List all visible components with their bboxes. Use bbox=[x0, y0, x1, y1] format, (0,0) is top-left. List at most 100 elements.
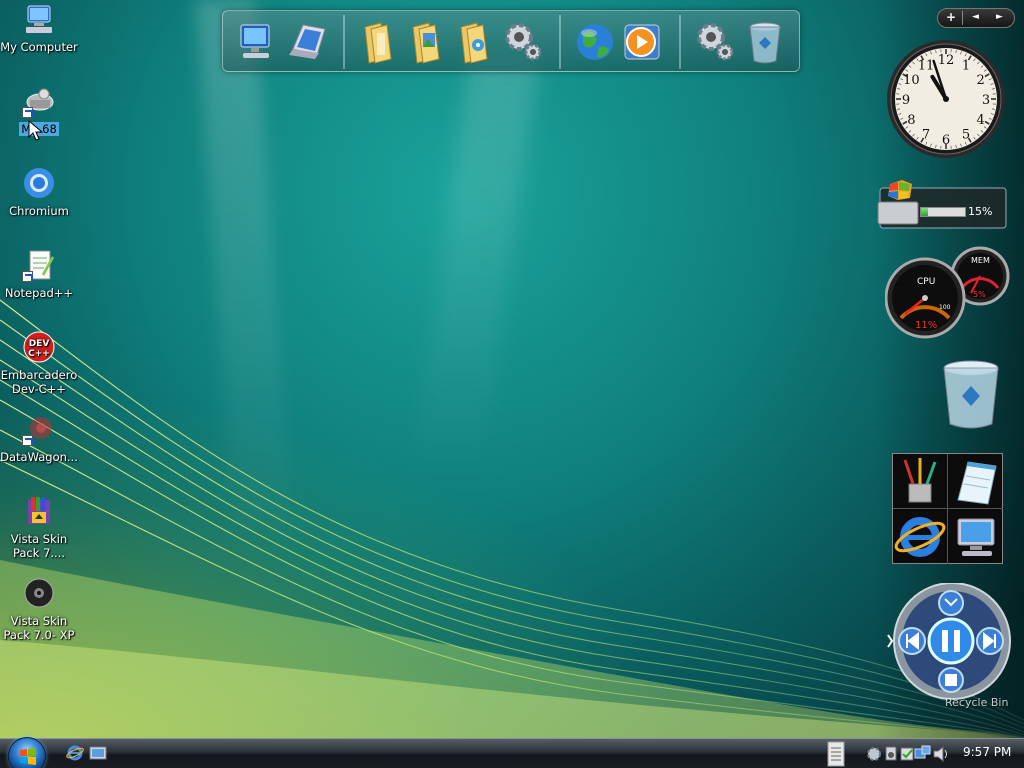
dock-item-system-settings[interactable] bbox=[693, 19, 737, 65]
dock-item-documents-folder[interactable] bbox=[357, 19, 401, 65]
cpu-value: 11% bbox=[915, 320, 938, 331]
my-computer-icon bbox=[22, 2, 56, 36]
clock-number: 9 bbox=[902, 93, 910, 108]
quicklaunch-internet-explorer[interactable] bbox=[66, 744, 84, 762]
clock-number: 7 bbox=[922, 128, 930, 143]
clock-number: 8 bbox=[907, 113, 915, 128]
progress-bar-fill bbox=[921, 208, 928, 216]
desktop-icon-label: Notepad++ bbox=[4, 286, 74, 300]
clock-number: 5 bbox=[962, 128, 970, 143]
shortcut-arrow-icon bbox=[22, 435, 33, 446]
internet-explorer-icon bbox=[66, 745, 84, 761]
desktop-icon-label: Embarcadero Dev-C++ bbox=[0, 368, 78, 396]
tray-network-icon[interactable] bbox=[914, 745, 931, 759]
media-player-icon bbox=[624, 24, 660, 60]
media-disc-icon bbox=[22, 576, 56, 610]
media-next-button[interactable] bbox=[976, 627, 1004, 655]
dock-separator bbox=[343, 15, 345, 69]
desktop-icon-my-computer[interactable]: My Computer bbox=[0, 2, 78, 54]
top-dock bbox=[222, 10, 800, 72]
desktop-icon-label: Vista Skin Pack 7.... bbox=[10, 532, 68, 560]
tray-security-icon[interactable] bbox=[900, 747, 914, 761]
network-drive-icon bbox=[22, 84, 56, 118]
wallpaper-beam bbox=[410, 60, 540, 480]
app-launcher-gadget bbox=[892, 453, 1003, 564]
recycle-bin-gadget[interactable] bbox=[940, 358, 1002, 430]
launcher-item-paint[interactable] bbox=[893, 454, 948, 509]
desktop-icon-label: My Computer bbox=[0, 40, 78, 54]
desktop-icon-label: Chromium bbox=[9, 204, 69, 218]
dock-separator bbox=[679, 15, 681, 69]
launcher-item-notepad[interactable] bbox=[948, 454, 1003, 509]
progress-gadget[interactable]: 15% bbox=[876, 180, 1008, 230]
desktop-icon-vista-skin-pack-installer[interactable]: Vista Skin Pack 7.... bbox=[0, 494, 78, 560]
svg-text:DEV: DEV bbox=[29, 339, 50, 349]
clock-number: 12 bbox=[938, 53, 955, 68]
desktop-icon-datawagon[interactable]: DataWagon... bbox=[0, 412, 78, 464]
media-previous-button[interactable] bbox=[898, 627, 926, 655]
media-stop-button[interactable] bbox=[938, 667, 964, 693]
start-button[interactable] bbox=[8, 737, 46, 768]
system-gear-icon bbox=[697, 23, 734, 61]
sidebar-next-button[interactable]: ► bbox=[996, 12, 1003, 22]
display-settings-icon bbox=[289, 24, 326, 59]
desktop-icon-label: DataWagon... bbox=[0, 450, 78, 464]
installer-icon bbox=[22, 494, 56, 528]
internet-explorer-icon bbox=[894, 517, 946, 557]
dock-item-media-player[interactable] bbox=[621, 19, 665, 65]
recycle-bin-icon bbox=[749, 22, 781, 64]
launcher-item-internet-explorer[interactable] bbox=[893, 509, 948, 564]
desktop-icon-notepad-plus-plus[interactable]: Notepad++ bbox=[0, 248, 78, 300]
clock-gadget[interactable]: 12 12 3 45678 9 1011 bbox=[885, 38, 1007, 160]
media-pause-button[interactable] bbox=[927, 617, 975, 665]
clock-number: 1 bbox=[962, 58, 970, 73]
wallpaper-waves bbox=[0, 299, 1024, 740]
paint-brushes-icon bbox=[903, 458, 937, 503]
show-desktop-icon bbox=[89, 746, 107, 760]
media-gadget-caption: Recycle Bin bbox=[945, 696, 1009, 709]
tray-keyboard-icon[interactable] bbox=[827, 741, 845, 767]
clock-number: 10 bbox=[903, 73, 920, 88]
desktop-icon-chromium[interactable]: Chromium bbox=[0, 166, 78, 218]
desktop-icon-vista-skin-pack-xp[interactable]: Vista Skin Pack 7.0- XP bbox=[0, 576, 78, 642]
clock-number: 2 bbox=[977, 73, 985, 88]
dock-item-pictures-folder[interactable] bbox=[405, 19, 449, 65]
dock-item-music-folder[interactable] bbox=[453, 19, 497, 65]
svg-text:C++: C++ bbox=[28, 349, 50, 359]
clock-number: 3 bbox=[982, 93, 990, 108]
computer-monitor-icon bbox=[957, 518, 995, 556]
sidebar-controls: + ◄ ► bbox=[937, 8, 1015, 28]
dev-cpp-icon: DEV C++ bbox=[22, 330, 56, 364]
dock-item-recycle-bin[interactable] bbox=[743, 19, 787, 65]
quicklaunch-show-desktop[interactable] bbox=[89, 744, 107, 762]
sidebar-add-gadget-button[interactable]: + bbox=[946, 10, 956, 24]
tray-volume-icon[interactable] bbox=[933, 745, 947, 763]
dock-item-settings[interactable] bbox=[501, 19, 545, 65]
progress-percent-text: 15% bbox=[968, 205, 993, 218]
wallpaper-beam bbox=[195, 0, 295, 560]
desktop-icon-dev-cpp[interactable]: DEV C++ Embarcadero Dev-C++ bbox=[0, 330, 78, 396]
clock-number: 4 bbox=[977, 113, 985, 128]
launcher-item-computer[interactable] bbox=[948, 509, 1003, 564]
windows-flag-icon bbox=[20, 748, 36, 765]
cpu-max-label: 100 bbox=[939, 304, 951, 311]
chromium-icon bbox=[22, 166, 56, 200]
mouse-cursor-icon bbox=[28, 120, 44, 141]
dock-item-display-settings[interactable] bbox=[285, 19, 329, 65]
sidebar-prev-button[interactable]: ◄ bbox=[972, 12, 979, 22]
media-shuffle-button[interactable] bbox=[938, 590, 964, 616]
tray-device-icon[interactable] bbox=[885, 746, 897, 761]
media-collapse-arrow-icon[interactable] bbox=[887, 634, 894, 648]
dock-item-internet[interactable] bbox=[573, 19, 617, 65]
dock-item-computer[interactable] bbox=[237, 19, 281, 65]
cpu-label: CPU bbox=[917, 277, 936, 287]
dock-separator bbox=[559, 15, 561, 69]
tray-settings-icon[interactable] bbox=[867, 747, 881, 761]
clock-number: 11 bbox=[918, 58, 935, 73]
shortcut-arrow-icon bbox=[22, 271, 33, 282]
pictures-folder-icon bbox=[412, 22, 440, 64]
cpu-meter-gadget[interactable]: MEM 5% CPU 100 11% bbox=[885, 246, 1010, 340]
shortcut-arrow-icon bbox=[22, 107, 33, 118]
mem-value: 5% bbox=[973, 290, 986, 299]
taskbar-clock[interactable]: 9:57 PM bbox=[963, 745, 1011, 759]
